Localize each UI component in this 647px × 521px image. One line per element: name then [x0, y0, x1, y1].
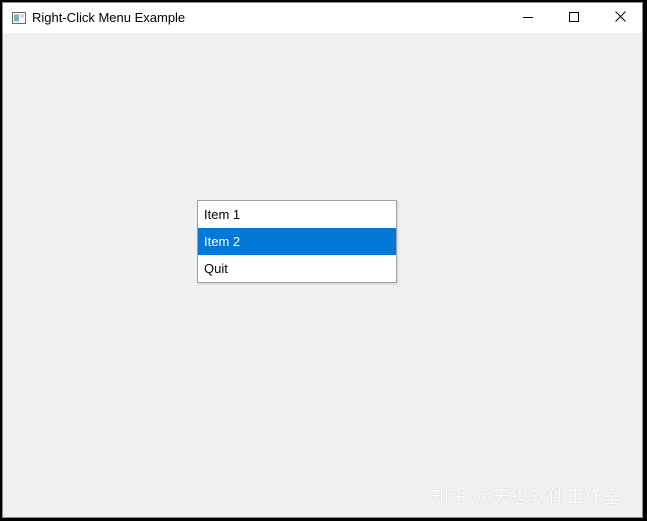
close-button[interactable]: [597, 3, 642, 33]
title-bar[interactable]: Right-Click Menu Example: [3, 3, 642, 33]
menu-item-1[interactable]: Item 1: [198, 201, 396, 228]
maximize-icon: [569, 9, 579, 27]
app-window-icon: [12, 11, 26, 24]
watermark: 知乎 @天恩软件工作室: [431, 487, 622, 507]
menu-item-2[interactable]: Item 2: [198, 228, 396, 255]
menu-item-quit[interactable]: Quit: [198, 255, 396, 282]
app-window: Right-Click Menu Example Item 1 Item 2 Q…: [2, 2, 643, 518]
close-icon: [614, 9, 626, 27]
minimize-icon: [523, 9, 533, 27]
maximize-button[interactable]: [551, 3, 597, 33]
window-title: Right-Click Menu Example: [32, 10, 186, 25]
minimize-button[interactable]: [505, 3, 551, 33]
context-menu: Item 1 Item 2 Quit: [197, 200, 397, 283]
